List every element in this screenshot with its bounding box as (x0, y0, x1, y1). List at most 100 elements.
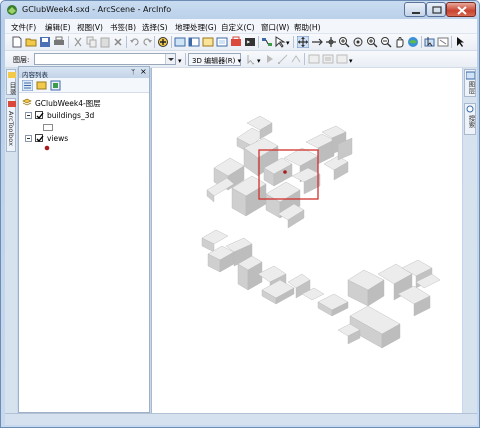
view-point-marker[interactable] (283, 170, 287, 174)
add-data-icon[interactable] (157, 36, 169, 48)
catalog-window-icon[interactable] (202, 36, 214, 48)
toc-toolbar (19, 78, 149, 93)
toolbar-separator (421, 36, 422, 48)
toc-window-icon[interactable] (188, 36, 200, 48)
status-bar (5, 413, 477, 425)
pin-icon[interactable]: ᛘ (131, 68, 135, 76)
buildings-group (201, 115, 441, 349)
close-button[interactable] (446, 2, 476, 17)
select-elements-icon[interactable] (455, 36, 467, 48)
delete-icon[interactable] (112, 36, 124, 48)
buildings-symbol-swatch[interactable] (43, 124, 53, 131)
zoom-out-icon[interactable] (380, 36, 392, 48)
create-features-icon[interactable] (336, 53, 348, 65)
toolbar-separator (451, 36, 452, 48)
menu-customize[interactable]: 自定义(C) (221, 22, 255, 33)
tab-arctoolbox-label: ArcToolbox (7, 111, 15, 146)
fly-icon[interactable] (311, 36, 323, 48)
3d-editor-menu[interactable]: 3D 编辑器(R) ▾ (188, 53, 241, 66)
tab-catalog-label: 目录 (8, 82, 16, 95)
menu-selection[interactable]: 选择(S) (142, 22, 168, 33)
sketch-tool-icon[interactable] (264, 53, 276, 65)
close-icon[interactable]: × (140, 67, 147, 76)
cut-icon[interactable] (72, 36, 84, 48)
menu-view[interactable]: 视图(V) (77, 22, 103, 33)
pan-icon[interactable] (394, 36, 406, 48)
window-title: GClubWeek4.sxd - ArcScene - ArcInfo (22, 5, 172, 14)
layer-name-buildings[interactable]: buildings_3d (47, 111, 94, 120)
views-point-symbol[interactable] (44, 145, 50, 151)
toolbar-separator (293, 36, 294, 48)
chevron-down-icon (165, 54, 175, 64)
model-builder-icon[interactable] (261, 36, 273, 48)
target-center-icon[interactable] (325, 36, 337, 48)
table-of-contents-panel: 内容列表 ᛘ × GClubWeek4-图层 buildings_3d view… (18, 66, 150, 413)
clear-selection-icon[interactable] (437, 36, 449, 48)
scene-properties-icon[interactable] (174, 36, 186, 48)
arctoolbox-icon[interactable] (230, 36, 242, 48)
title-bar: GClubWeek4.sxd - ArcScene - ArcInfo (1, 1, 479, 19)
save-icon[interactable] (39, 36, 51, 48)
navigate-icon[interactable] (297, 36, 309, 48)
open-folder-icon[interactable] (25, 36, 37, 48)
menu-window[interactable]: 窗口(W) (261, 22, 289, 33)
print-icon[interactable] (53, 36, 65, 48)
reshape-icon[interactable] (290, 53, 302, 65)
collapse-buildings-icon[interactable] (25, 112, 32, 119)
toolbar-separator (126, 36, 127, 48)
tab-search[interactable]: 搜索 (464, 103, 476, 135)
zoom-in-icon[interactable] (366, 36, 378, 48)
standard-toolbar: ▾ (5, 34, 477, 51)
toolbar-overflow-icon[interactable]: ▾ (178, 57, 182, 65)
select-features-icon[interactable] (424, 36, 436, 48)
new-document-icon[interactable] (11, 36, 23, 48)
layer-name-views[interactable]: views (47, 134, 68, 143)
tab-layers-label: 图层 (467, 81, 475, 94)
toolbar-separator (258, 36, 259, 48)
3d-editor-label: 3D 编辑器(R) (192, 57, 236, 65)
list-by-visibility-icon[interactable] (50, 80, 61, 91)
left-dock-strip: 目录 ArcToolbox (5, 68, 17, 413)
copy-icon[interactable] (86, 36, 98, 48)
toolbar-separator (154, 36, 155, 48)
collapse-views-icon[interactable] (25, 135, 32, 142)
maximize-button[interactable] (426, 2, 446, 17)
toolbar-overflow-icon[interactable]: ▾ (286, 39, 290, 47)
city-3d-render[interactable] (152, 68, 463, 413)
set-observer-icon[interactable] (352, 36, 364, 48)
layer-dropdown[interactable] (34, 53, 176, 65)
tab-catalog[interactable]: 目录 (6, 69, 16, 95)
toc-header: 内容列表 ᛘ × (19, 67, 149, 79)
zoom-to-target-icon[interactable] (338, 36, 350, 48)
menu-bar: 文件(F) 编辑(E) 视图(V) 书签(B) 选择(S) 地理处理(G) 自定… (5, 19, 477, 34)
vertex-tool-icon[interactable] (277, 53, 289, 65)
buildings-visibility-checkbox[interactable] (35, 111, 44, 120)
menu-bookmarks[interactable]: 书签(B) (110, 22, 136, 33)
search-window-icon[interactable] (216, 36, 228, 48)
full-extent-icon[interactable] (407, 36, 419, 48)
toolbar-overflow-icon[interactable]: ▾ (257, 57, 261, 65)
toc-root-label: GClubWeek4-图层 (35, 99, 101, 108)
list-by-drawing-order-icon[interactable] (22, 80, 33, 91)
tab-arctoolbox[interactable]: ArcToolbox (6, 98, 16, 152)
attributes-icon[interactable] (308, 53, 320, 65)
menu-geoprocessing[interactable]: 地理处理(G) (175, 22, 217, 33)
redo-icon[interactable] (141, 36, 153, 48)
toolbox-icon (8, 101, 16, 107)
menu-file[interactable]: 文件(F) (11, 22, 36, 33)
list-by-source-icon[interactable] (36, 80, 47, 91)
menu-edit[interactable]: 编辑(E) (45, 22, 71, 33)
views-visibility-checkbox[interactable] (35, 134, 44, 143)
paste-icon[interactable] (99, 36, 111, 48)
python-window-icon[interactable] (244, 36, 256, 48)
toolbar-separator (185, 53, 186, 65)
menu-help[interactable]: 帮助(H) (294, 22, 321, 33)
undo-icon[interactable] (129, 36, 141, 48)
layer-label: 图层: (13, 56, 30, 64)
tab-layers[interactable]: 图层 (464, 69, 476, 97)
minimize-button[interactable] (404, 2, 426, 17)
sketch-properties-icon[interactable] (322, 53, 334, 65)
toolbar-overflow-icon[interactable]: ▾ (349, 57, 353, 65)
scene-view[interactable] (151, 68, 462, 413)
arcscene-icon (7, 5, 17, 15)
